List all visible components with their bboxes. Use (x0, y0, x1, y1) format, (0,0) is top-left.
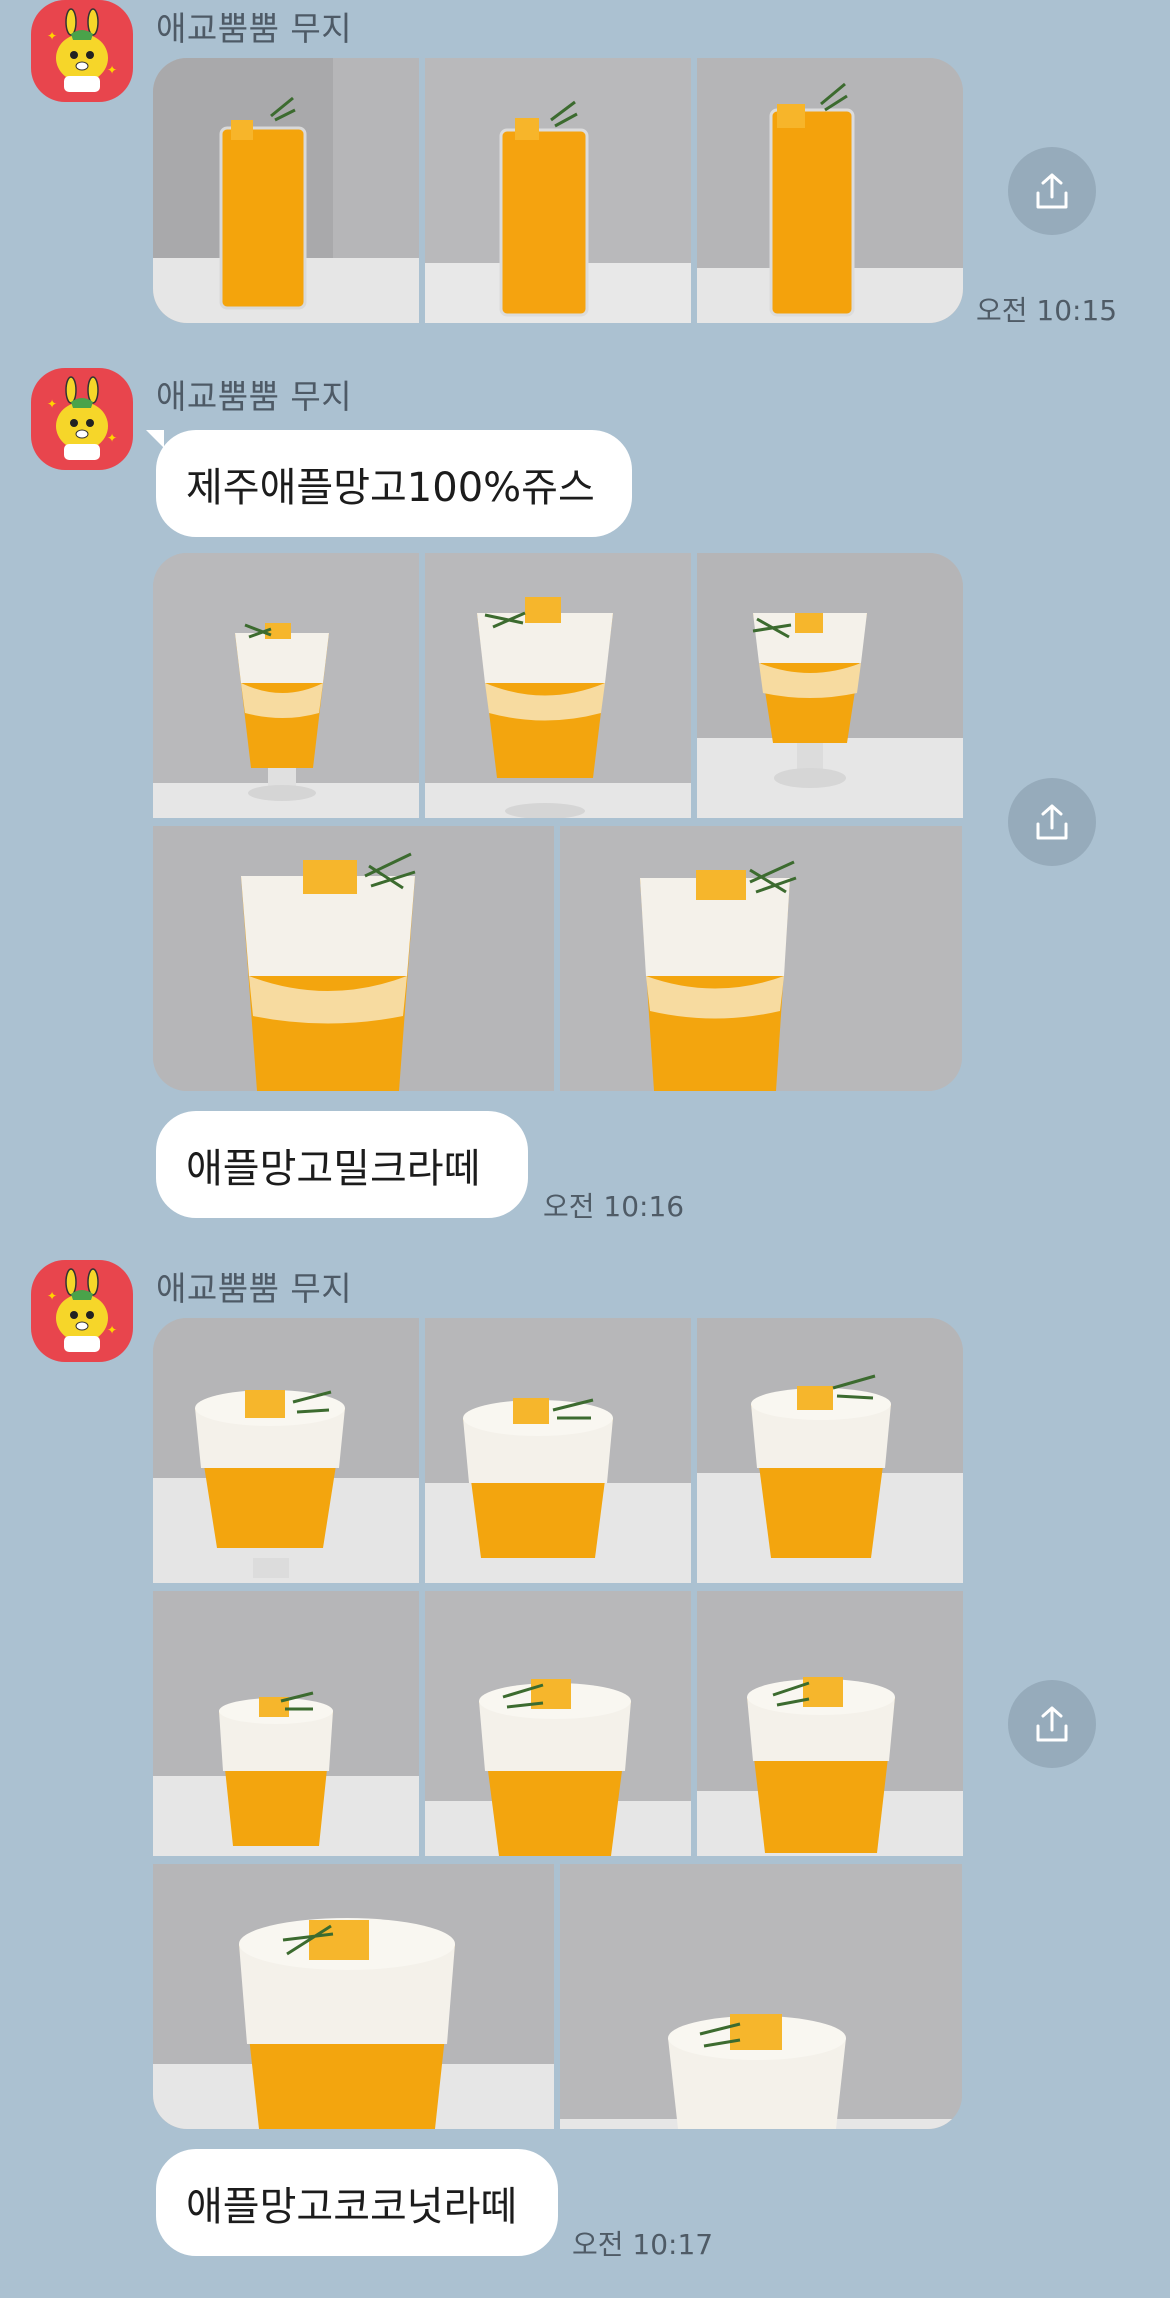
photo-juice-1[interactable] (153, 58, 419, 323)
bubble-tail (146, 430, 164, 448)
timestamp: 오전 10:15 (976, 294, 1118, 327)
message-text: 애플망고밀크라떼 (186, 1145, 481, 1192)
muzi-avatar-icon: ✦ ✦ (47, 1268, 117, 1352)
share-icon (1036, 804, 1068, 840)
photo-coconut-latte-3[interactable] (697, 1318, 963, 1583)
message-bubble[interactable]: 애플망고코코넛라떼 (156, 2149, 558, 2256)
share-button[interactable] (1008, 147, 1096, 235)
timestamp: 오전 10:17 (572, 2228, 714, 2261)
sender-avatar[interactable]: ✦ ✦ (31, 0, 133, 102)
photo-milk-latte-5[interactable] (560, 826, 962, 1091)
share-icon (1036, 1706, 1068, 1742)
photo-milk-latte-4[interactable] (153, 826, 554, 1091)
photo-milk-latte-2[interactable] (425, 553, 691, 818)
message-bubble[interactable]: 제주애플망고100%쥬스 (156, 430, 632, 537)
message-text: 애플망고코코넛라떼 (186, 2183, 518, 2230)
sender-name: 애교뿜뿜 무지 (156, 9, 353, 48)
photo-milk-latte-3[interactable] (697, 553, 963, 818)
photo-milk-latte-1[interactable] (153, 553, 419, 818)
photo-coconut-latte-8[interactable] (560, 1864, 962, 2129)
muzi-avatar-icon: ✦ ✦ (47, 376, 117, 460)
svg-text:✦: ✦ (107, 1323, 117, 1337)
sender-avatar[interactable]: ✦ ✦ (31, 1260, 133, 1362)
photo-coconut-latte-5[interactable] (425, 1591, 691, 1856)
photo-coconut-latte-6[interactable] (697, 1591, 963, 1856)
message-text: 제주애플망고100%쥬스 (186, 464, 595, 511)
photo-coconut-latte-1[interactable] (153, 1318, 419, 1583)
svg-text:✦: ✦ (47, 397, 57, 411)
svg-text:✦: ✦ (107, 431, 117, 445)
svg-text:✦: ✦ (47, 1289, 57, 1303)
sender-avatar[interactable]: ✦ ✦ (31, 368, 133, 470)
share-icon (1036, 173, 1068, 209)
timestamp: 오전 10:16 (543, 1190, 685, 1223)
photo-juice-3[interactable] (697, 58, 963, 323)
muzi-avatar-icon: ✦ ✦ (47, 8, 117, 92)
photo-juice-2[interactable] (425, 58, 691, 323)
sender-name: 애교뿜뿜 무지 (156, 377, 353, 416)
svg-text:✦: ✦ (107, 63, 117, 77)
share-button[interactable] (1008, 778, 1096, 866)
photo-coconut-latte-7[interactable] (153, 1864, 554, 2129)
photo-coconut-latte-2[interactable] (425, 1318, 691, 1583)
share-button[interactable] (1008, 1680, 1096, 1768)
message-bubble[interactable]: 애플망고밀크라떼 (156, 1111, 528, 1218)
svg-text:✦: ✦ (47, 29, 57, 43)
sender-name: 애교뿜뿜 무지 (156, 1269, 353, 1308)
photo-coconut-latte-4[interactable] (153, 1591, 419, 1856)
